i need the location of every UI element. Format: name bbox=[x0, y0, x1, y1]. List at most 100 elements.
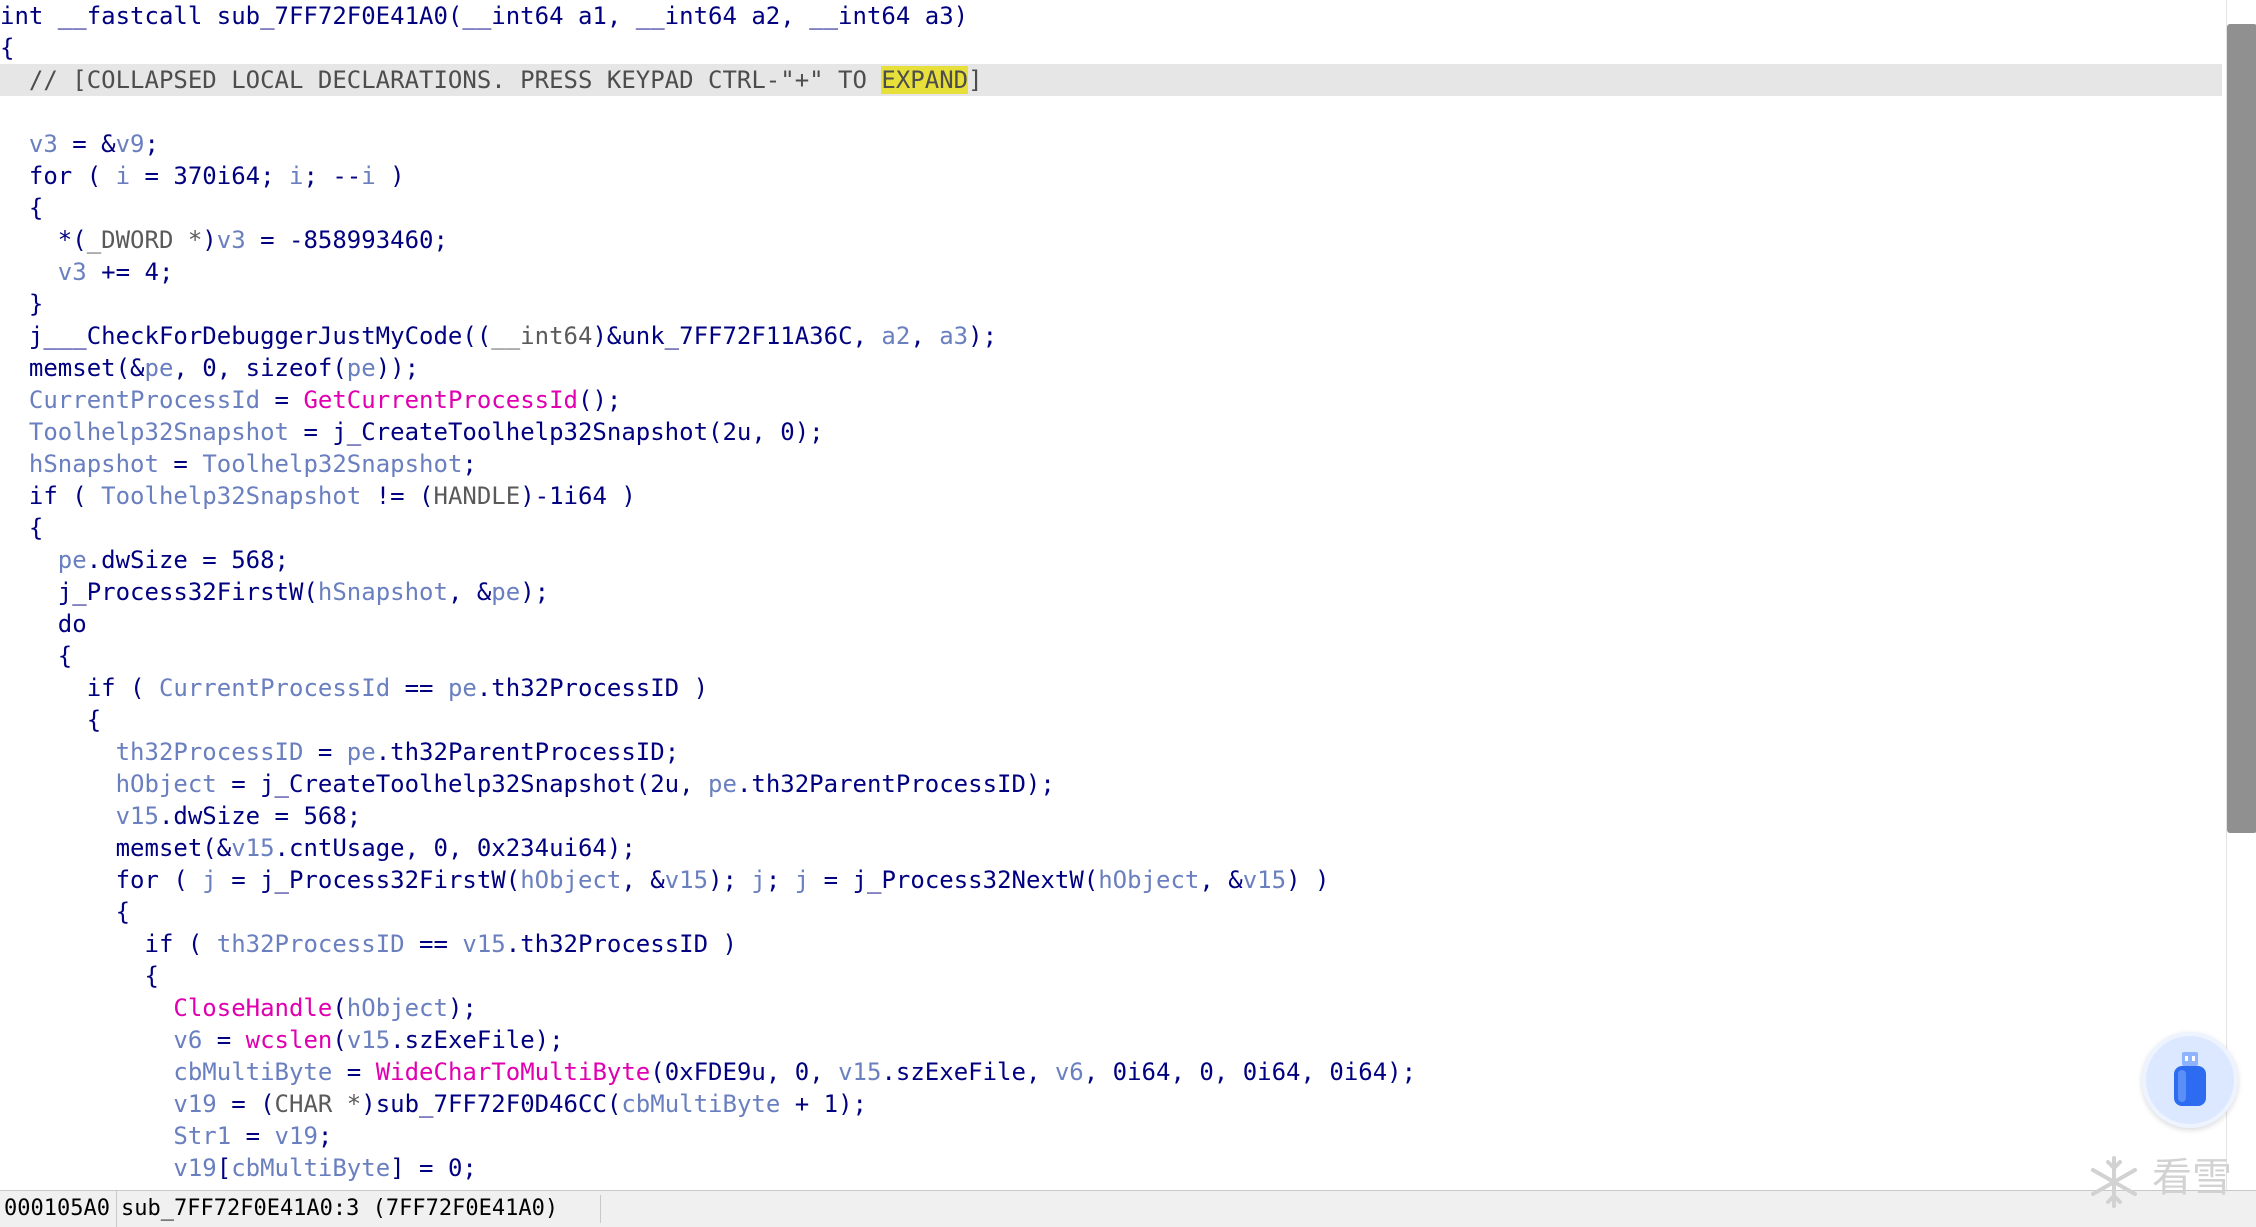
code-token: Toolhelp32Snapshot bbox=[202, 450, 463, 478]
code-token: memset(& bbox=[0, 834, 232, 862]
code-token: pe bbox=[491, 578, 521, 606]
code-token: cbMultiByte bbox=[621, 1090, 781, 1118]
code-line[interactable]: for ( i = 370i64; i; --i ) bbox=[0, 160, 2222, 192]
vertical-scrollbar[interactable] bbox=[2226, 0, 2256, 1190]
watermark: 看雪 bbox=[2086, 1148, 2256, 1208]
code-token: = bbox=[202, 1026, 246, 1054]
pseudocode-view[interactable]: int __fastcall sub_7FF72F0E41A0(__int64 … bbox=[0, 0, 2222, 1190]
code-token: = j_Process32NextW( bbox=[809, 866, 1099, 894]
code-token: v15 bbox=[231, 834, 275, 862]
code-line[interactable]: v19[cbMultiByte] = 0; bbox=[0, 1152, 2222, 1184]
code-token: = bbox=[303, 738, 347, 766]
code-line[interactable]: if ( Toolhelp32Snapshot != (HANDLE)-1i64… bbox=[0, 480, 2222, 512]
code-line[interactable]: j___CheckForDebuggerJustMyCode((__int64)… bbox=[0, 320, 2222, 352]
code-line[interactable]: v15.dwSize = 568; bbox=[0, 800, 2222, 832]
code-line[interactable]: j_Process32FirstW(hSnapshot, &pe); bbox=[0, 576, 2222, 608]
code-token: ); bbox=[968, 322, 998, 350]
code-line[interactable]: { bbox=[0, 32, 2222, 64]
code-token: = bbox=[158, 450, 203, 478]
code-line[interactable]: hObject = j_CreateToolhelp32Snapshot(2u,… bbox=[0, 768, 2222, 800]
code-token: = -858993460; bbox=[245, 226, 448, 254]
code-line[interactable]: { bbox=[0, 192, 2222, 224]
code-line[interactable]: Toolhelp32Snapshot = j_CreateToolhelp32S… bbox=[0, 416, 2222, 448]
code-line[interactable]: *(_DWORD *)v3 = -858993460; bbox=[0, 224, 2222, 256]
code-line[interactable]: if ( CurrentProcessId == pe.th32ProcessI… bbox=[0, 672, 2222, 704]
code-token: if ( bbox=[0, 482, 102, 510]
code-line[interactable]: { bbox=[0, 960, 2222, 992]
code-token: GetCurrentProcessId bbox=[303, 386, 578, 414]
code-token: pe bbox=[346, 738, 376, 766]
code-token: cbMultiByte bbox=[173, 1058, 333, 1086]
code-token: *( bbox=[0, 226, 87, 254]
code-token: th32ProcessID bbox=[216, 930, 405, 958]
code-token: memset(& bbox=[0, 354, 145, 382]
code-token: a2 bbox=[881, 322, 911, 350]
code-token: { bbox=[0, 642, 73, 670]
code-token: ; bbox=[144, 130, 159, 158]
code-token: Toolhelp32Snapshot bbox=[101, 482, 362, 510]
code-line-current[interactable]: // [COLLAPSED LOCAL DECLARATIONS. PRESS … bbox=[0, 64, 2222, 96]
status-address: 000105A0 bbox=[4, 1196, 110, 1221]
code-token: ) ) bbox=[1286, 866, 1330, 894]
code-token: v3 bbox=[57, 258, 87, 286]
code-line[interactable]: v3 += 4; bbox=[0, 256, 2222, 288]
scrollbar-thumb[interactable] bbox=[2227, 24, 2256, 833]
code-token: _DWORD * bbox=[86, 226, 203, 254]
code-line[interactable]: do bbox=[0, 608, 2222, 640]
code-line[interactable]: int __fastcall sub_7FF72F0E41A0(__int64 … bbox=[0, 0, 2222, 32]
code-line[interactable]: memset(&pe, 0, sizeof(pe)); bbox=[0, 352, 2222, 384]
code-line[interactable]: v3 = &v9; bbox=[0, 128, 2222, 160]
code-line[interactable]: hSnapshot = Toolhelp32Snapshot; bbox=[0, 448, 2222, 480]
code-token: = j_Process32FirstW( bbox=[216, 866, 521, 894]
code-token: , 0, sizeof( bbox=[173, 354, 347, 382]
code-token: { bbox=[0, 194, 44, 222]
code-line[interactable]: { bbox=[0, 640, 2222, 672]
code-line[interactable]: v19 = (CHAR *)sub_7FF72F0D46CC(cbMultiBy… bbox=[0, 1088, 2222, 1120]
code-line[interactable] bbox=[0, 96, 2222, 128]
code-token: j___CheckForDebuggerJustMyCode(( bbox=[0, 322, 492, 350]
code-token: v15 bbox=[462, 930, 506, 958]
code-line[interactable]: CurrentProcessId = GetCurrentProcessId()… bbox=[0, 384, 2222, 416]
code-token: (); bbox=[578, 386, 622, 414]
code-token: CurrentProcessId bbox=[158, 674, 391, 702]
code-token: j_Process32FirstW( bbox=[0, 578, 318, 606]
code-line[interactable]: Str1 = v19; bbox=[0, 1120, 2222, 1152]
code-token: , & bbox=[1199, 866, 1243, 894]
code-token: [ bbox=[216, 1154, 232, 1182]
code-token: = bbox=[231, 1122, 275, 1150]
code-line[interactable]: cbMultiByte = WideCharToMultiByte(0xFDE9… bbox=[0, 1056, 2222, 1088]
floating-usb-button[interactable] bbox=[2142, 1032, 2238, 1128]
code-token: v9 bbox=[115, 130, 145, 158]
code-line[interactable]: memset(&v15.cntUsage, 0, 0x234ui64); bbox=[0, 832, 2222, 864]
code-token: )&unk_7FF72F11A36C, bbox=[592, 322, 882, 350]
watermark-text: 看雪 bbox=[2152, 1155, 2232, 1201]
code-token: + 1); bbox=[780, 1090, 867, 1118]
code-token: CurrentProcessId bbox=[28, 386, 261, 414]
code-token: = bbox=[260, 386, 304, 414]
code-token: .cntUsage, 0, 0x234ui64); bbox=[274, 834, 636, 862]
code-token: a3 bbox=[939, 322, 969, 350]
code-line[interactable]: pe.dwSize = 568; bbox=[0, 544, 2222, 576]
code-line[interactable]: CloseHandle(hObject); bbox=[0, 992, 2222, 1024]
code-line[interactable]: } bbox=[0, 288, 2222, 320]
code-token: WideCharToMultiByte bbox=[375, 1058, 651, 1086]
code-line[interactable]: { bbox=[0, 512, 2222, 544]
code-token: = ( bbox=[216, 1090, 275, 1118]
code-line[interactable]: { bbox=[0, 896, 2222, 928]
code-line[interactable]: for ( j = j_Process32FirstW(hObject, &v1… bbox=[0, 864, 2222, 896]
code-token: hSnapshot bbox=[28, 450, 159, 478]
code-line[interactable]: th32ProcessID = pe.th32ParentProcessID; bbox=[0, 736, 2222, 768]
code-token: )sub_7FF72F0D46CC( bbox=[361, 1090, 622, 1118]
code-token: { bbox=[0, 34, 15, 62]
code-token: j bbox=[751, 866, 766, 894]
code-token: .th32ProcessID ) bbox=[505, 930, 737, 958]
code-line[interactable]: v6 = wcslen(v15.szExeFile); bbox=[0, 1024, 2222, 1056]
code-line[interactable]: { bbox=[0, 704, 2222, 736]
code-line[interactable]: if ( th32ProcessID == v15.th32ProcessID … bbox=[0, 928, 2222, 960]
